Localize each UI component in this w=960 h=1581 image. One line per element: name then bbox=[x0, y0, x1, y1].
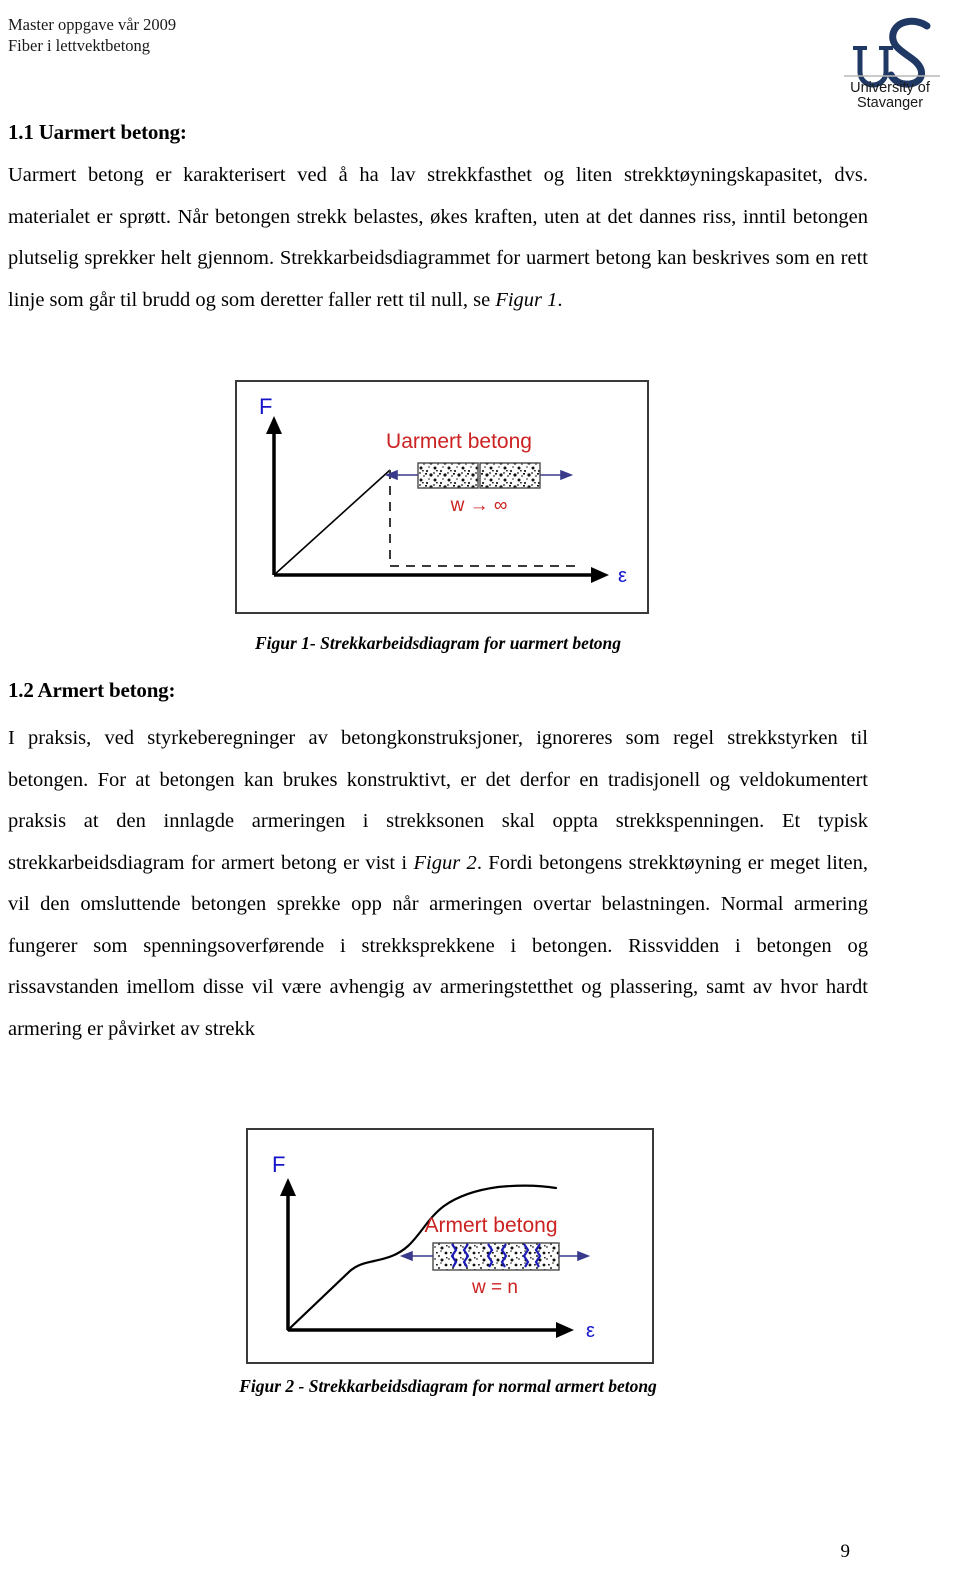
figure-1-caption: Figur 1- Strekkarbeidsdiagram for uarmer… bbox=[254, 633, 622, 653]
figure-2-y-axis bbox=[280, 1178, 296, 1330]
university-logo: University of Stavanger bbox=[830, 14, 948, 110]
figure-uarmert-betong: F ε Uarmert betong w → ∞ bbox=[235, 380, 649, 614]
figure-1-curve-rise bbox=[273, 469, 391, 576]
figure-2-annotation: w = n bbox=[471, 1277, 518, 1298]
paragraph-1-2-text-b: . Fordi betongens strekktøyning er meget… bbox=[8, 851, 869, 1040]
figure-2-x-axis-label: ε bbox=[586, 1320, 595, 1342]
figure-1-y-axis-label: F bbox=[259, 394, 272, 419]
header-line-1: Master oppgave vår 2009 bbox=[8, 15, 177, 34]
header-title-block: Master oppgave vår 2009 Fiber i lettvekt… bbox=[8, 14, 176, 56]
paragraph-1-1: Uarmert betong er karakterisert ved å ha… bbox=[8, 155, 868, 321]
section-heading-1-2: 1.2 Armert betong: bbox=[8, 678, 176, 702]
figure-1-reference: Figur 1 bbox=[495, 288, 558, 311]
figure-2-title: Armert betong bbox=[424, 1214, 557, 1237]
figure-1-x-axis bbox=[274, 567, 609, 583]
paragraph-1-1-text-a: Uarmert betong er karakterisert ved å ha… bbox=[8, 164, 868, 311]
paragraph-1-2: I praksis, ved styrkeberegninger av beto… bbox=[8, 718, 868, 1050]
logo-monogram-s bbox=[887, 17, 931, 88]
logo-name-line-1: University of bbox=[850, 80, 931, 96]
figure-1-annotation: w → ∞ bbox=[450, 495, 508, 516]
figure-2-specimen bbox=[432, 1242, 560, 1271]
figure-2-caption: Figur 2 - Strekkarbeidsdiagram for norma… bbox=[239, 1376, 657, 1396]
page-number: 9 bbox=[840, 1541, 851, 1562]
figure-1-y-axis bbox=[266, 416, 282, 575]
figure-1-title: Uarmert betong bbox=[386, 430, 532, 453]
section-heading-1-1: 1.1 Uarmert betong: bbox=[8, 120, 187, 144]
figure-2-reference: Figur 2 bbox=[413, 851, 477, 874]
header-line-2: Fiber i lettvektbetong bbox=[8, 36, 151, 55]
figure-armert-betong: F ε Armert betong w = n bbox=[246, 1128, 654, 1364]
figure-2-y-axis-label: F bbox=[272, 1152, 285, 1177]
page-header: Master oppgave vår 2009 Fiber i lettvekt… bbox=[0, 14, 960, 114]
figure-1-specimen bbox=[417, 462, 541, 489]
figure-1-x-axis-label: ε bbox=[618, 565, 627, 587]
figure-1-load-arrows bbox=[384, 469, 574, 481]
logo-name-line-2: Stavanger bbox=[857, 95, 923, 110]
figure-2-x-axis bbox=[288, 1322, 574, 1338]
document-page: Master oppgave vår 2009 Fiber i lettvekt… bbox=[0, 0, 960, 1581]
paragraph-1-1-text-b: . bbox=[557, 288, 563, 311]
